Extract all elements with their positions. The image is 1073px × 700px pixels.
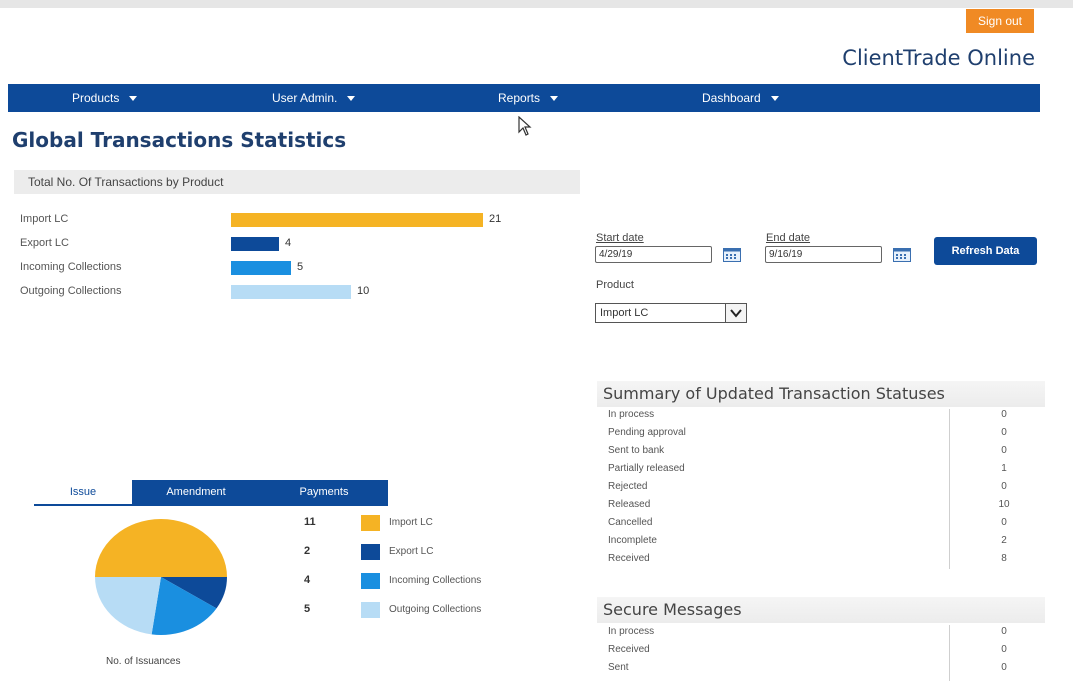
legend-count: 4	[304, 574, 311, 586]
start-date-input[interactable]	[595, 246, 712, 263]
product-bar-value: 21	[489, 213, 502, 225]
messages-divider	[949, 625, 950, 681]
summary-row-value: 0	[1001, 427, 1007, 438]
sign-out-button[interactable]: Sign out	[966, 9, 1034, 33]
legend-count: 11	[304, 516, 316, 528]
legend-label: Import LC	[389, 517, 433, 528]
summary-row-label: Cancelled	[608, 517, 653, 528]
chevron-down-icon	[347, 96, 356, 102]
summary-row-value: 0	[1001, 445, 1007, 456]
product-bar-label: Outgoing Collections	[20, 285, 122, 297]
message-row-label: Sent	[608, 662, 629, 673]
summary-row-value: 0	[1001, 409, 1007, 420]
product-totals-heading: Total No. Of Transactions by Product	[14, 170, 580, 194]
pie-slice	[95, 577, 161, 635]
message-row-value: 0	[1001, 662, 1007, 673]
end-date-label: End date	[766, 232, 811, 244]
legend-swatch	[361, 602, 380, 618]
product-bar	[231, 237, 279, 251]
refresh-data-button[interactable]: Refresh Data	[934, 237, 1037, 265]
pie-slice	[95, 519, 227, 577]
product-bar	[231, 261, 291, 275]
legend-label: Export LC	[389, 546, 434, 557]
legend-label: Outgoing Collections	[389, 604, 482, 615]
summary-row-value: 0	[1001, 481, 1007, 492]
summary-row-label: Partially released	[608, 463, 685, 474]
product-label: Product	[596, 279, 634, 291]
tab-amendment[interactable]: Amendment	[132, 480, 260, 504]
product-bar-label: Incoming Collections	[20, 261, 122, 273]
product-bar-label: Export LC	[20, 237, 69, 249]
tab-payments[interactable]: Payments	[260, 480, 388, 504]
summary-row-value: 10	[998, 499, 1010, 510]
summary-row-label: Released	[608, 499, 651, 510]
secure-messages-title: Secure Messages	[597, 597, 1045, 623]
product-bar-value: 10	[357, 285, 370, 297]
product-bar	[231, 213, 483, 227]
product-bar	[231, 285, 351, 299]
brand-title: ClientTrade Online	[842, 46, 1035, 70]
summary-row-value: 0	[1001, 517, 1007, 528]
legend-swatch	[361, 573, 380, 589]
end-date-input[interactable]	[765, 246, 882, 263]
nav-dashboard-label: Dashboard	[702, 91, 761, 105]
product-select-value: Import LC	[600, 307, 649, 319]
nav-user-admin-label: User Admin.	[272, 91, 338, 105]
legend-count: 2	[304, 545, 311, 557]
nav-user-admin[interactable]: User Admin.	[272, 84, 356, 112]
legend-label: Incoming Collections	[389, 575, 482, 586]
mouse-cursor-icon	[518, 116, 532, 136]
nav-products[interactable]: Products	[72, 84, 138, 112]
chevron-down-icon	[730, 309, 742, 318]
dropdown-button[interactable]	[725, 304, 746, 322]
top-band	[0, 0, 1073, 8]
legend-count: 5	[304, 603, 311, 615]
message-row-label: In process	[608, 626, 655, 637]
summary-row-label: Sent to bank	[608, 445, 665, 456]
legend-swatch	[361, 544, 380, 560]
summary-row-value: 8	[1001, 553, 1007, 564]
main-nav: Products User Admin. Reports Dashboard	[8, 84, 1040, 112]
summary-row-value: 1	[1001, 463, 1007, 474]
page-title: Global Transactions Statistics	[12, 128, 347, 152]
summary-row-label: Incomplete	[608, 535, 657, 546]
nav-reports-label: Reports	[498, 91, 541, 105]
calendar-icon[interactable]	[723, 247, 741, 262]
summary-title: Summary of Updated Transaction Statuses	[597, 381, 1045, 407]
message-row-value: 0	[1001, 626, 1007, 637]
issuance-pie-chart	[95, 519, 227, 635]
summary-row-label: Pending approval	[608, 427, 686, 438]
product-bar-value: 4	[285, 237, 292, 249]
summary-row-label: Received	[608, 553, 650, 564]
chevron-down-icon	[550, 96, 559, 102]
tab-issue[interactable]: Issue	[34, 480, 132, 504]
summary-divider	[949, 409, 950, 569]
product-bar-label: Import LC	[20, 213, 69, 225]
calendar-icon[interactable]	[893, 247, 911, 262]
pie-caption: No. of Issuances	[106, 656, 181, 667]
issuance-tabs: Issue Amendment Payments	[34, 480, 388, 506]
product-select[interactable]: Import LC	[595, 303, 747, 323]
product-bar-value: 5	[297, 261, 304, 273]
chevron-down-icon	[129, 96, 138, 102]
nav-dashboard[interactable]: Dashboard	[702, 84, 779, 112]
summary-row-label: Rejected	[608, 481, 648, 492]
summary-row-label: In process	[608, 409, 655, 420]
message-row-value: 0	[1001, 644, 1007, 655]
nav-reports[interactable]: Reports	[498, 84, 559, 112]
nav-products-label: Products	[72, 91, 120, 105]
chevron-down-icon	[770, 96, 779, 102]
start-date-label: Start date	[596, 232, 644, 244]
legend-swatch	[361, 515, 380, 531]
message-row-label: Received	[608, 644, 650, 655]
summary-row-value: 2	[1001, 535, 1007, 546]
